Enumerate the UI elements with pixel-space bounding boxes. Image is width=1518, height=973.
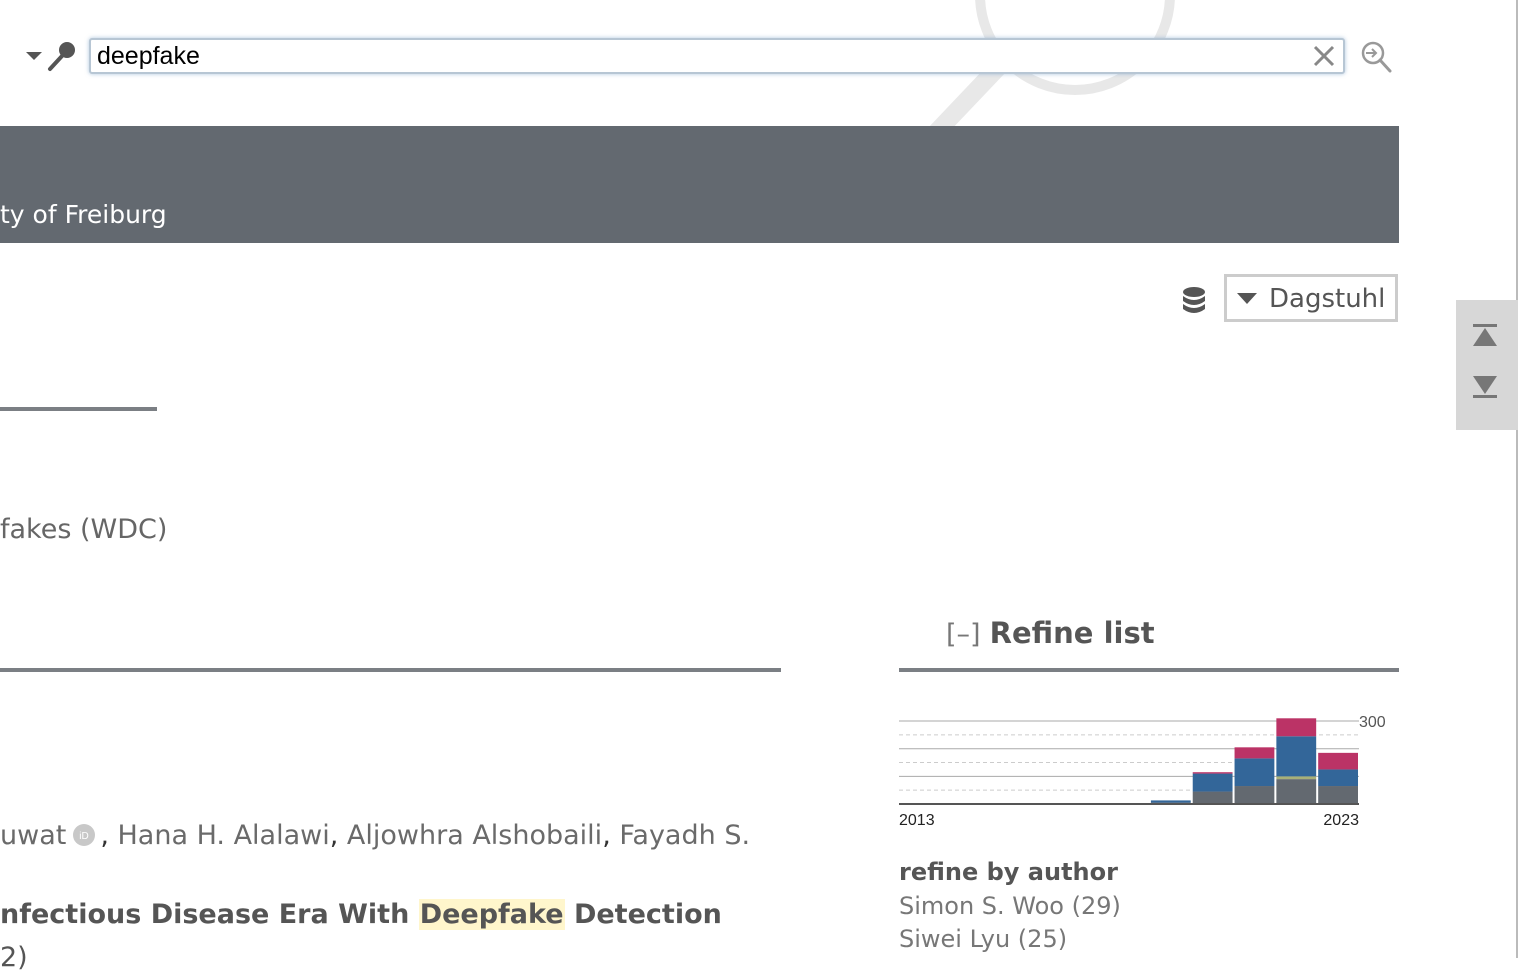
- chart-x-tick-label: 2023: [1323, 812, 1359, 829]
- chart-x-tick-label: 2013: [899, 812, 935, 829]
- chart-bar-2021: [1234, 786, 1275, 804]
- magnifier-icon: [48, 42, 75, 71]
- caret-down-icon: [1237, 293, 1257, 304]
- publications-per-year-chart: 300 2013 2023: [899, 714, 1386, 829]
- author-link[interactable]: Hana H. Alalawi: [118, 820, 330, 851]
- chart-bar-2023: [1318, 786, 1358, 804]
- title-text: nfectious Disease Era With: [0, 899, 419, 930]
- author-link[interactable]: Aljowhra Alshobaili: [347, 820, 602, 851]
- chart-bar-2022: [1276, 776, 1317, 780]
- chart-bar-2023: [1318, 752, 1358, 770]
- chart-bar-2019: [1150, 800, 1191, 803]
- chart-bar-2020: [1192, 791, 1233, 804]
- chart-bar-2020: [1192, 773, 1233, 792]
- caret-down-icon: [26, 52, 42, 60]
- chart-bar-2022: [1276, 718, 1317, 737]
- title-text: Detection: [564, 899, 722, 930]
- result-title[interactable]: nfectious Disease Era With Deepfake Dete…: [0, 899, 722, 930]
- chart-bar-2022: [1276, 736, 1317, 777]
- scroll-to-bottom-icon[interactable]: [1470, 372, 1500, 400]
- scroll-to-top-icon[interactable]: [1470, 322, 1500, 350]
- chart-bar-2021: [1234, 758, 1275, 787]
- refine-collapse-toggle[interactable]: [–]: [946, 619, 981, 650]
- section-divider: [0, 407, 157, 411]
- chart-bar-2023: [1318, 769, 1358, 787]
- refine-author-item[interactable]: Simon S. Woo (29): [899, 892, 1121, 920]
- chart-y-tick-label: 300: [1359, 714, 1386, 731]
- refine-by-author-heading: refine by author: [899, 858, 1118, 886]
- search-submit-icon[interactable]: [1357, 40, 1393, 74]
- orcid-icon[interactable]: iD: [72, 823, 96, 847]
- mirror-selector[interactable]: Dagstuhl: [1224, 274, 1398, 322]
- refine-list-title: Refine list: [989, 616, 1155, 650]
- mirror-selector-label: Dagstuhl: [1269, 284, 1386, 314]
- search-input[interactable]: [97, 42, 1297, 70]
- results-divider: [0, 668, 781, 672]
- search-options-dropdown[interactable]: [22, 38, 82, 74]
- database-icon: [1183, 287, 1205, 313]
- chart-bar-2020: [1192, 772, 1233, 774]
- search-term-highlight: Deepfake: [418, 899, 565, 930]
- refine-list-header: [–] Refine list: [946, 616, 1155, 650]
- svg-text:iD: iD: [80, 831, 89, 842]
- result-author-list: uwat iD , Hana H. Alalawi, Aljowhra Alsh…: [0, 820, 751, 851]
- venue-title-fragment: fakes (WDC): [0, 514, 168, 545]
- clear-search-icon[interactable]: [1310, 42, 1338, 70]
- site-banner: ty of Freiburg: [0, 126, 1399, 243]
- refine-author-item[interactable]: Siwei Lyu (25): [899, 925, 1067, 953]
- chart-bar-2021: [1234, 747, 1275, 759]
- author-link[interactable]: Fayadh S.: [619, 820, 750, 851]
- chart-bar-2022: [1276, 779, 1317, 804]
- search-box: [89, 38, 1345, 74]
- scroll-navigation: [1456, 300, 1518, 430]
- refine-divider: [899, 668, 1399, 672]
- author-link[interactable]: uwat: [0, 820, 66, 851]
- banner-affiliation-text: ty of Freiburg: [0, 200, 167, 229]
